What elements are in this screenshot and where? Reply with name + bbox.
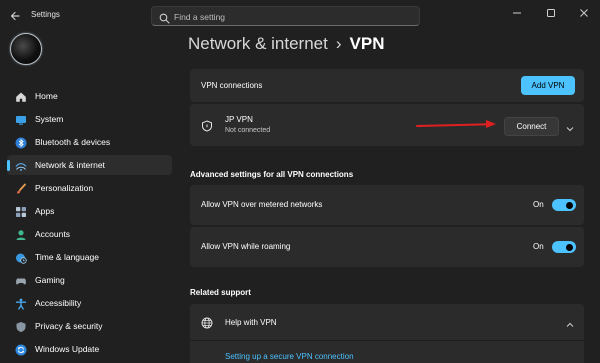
chevron-down-icon[interactable] [565, 121, 575, 132]
maximize-icon[interactable] [545, 6, 557, 18]
page-title: VPN [349, 34, 385, 53]
roaming-setting-card: Allow VPN while roaming On [190, 227, 584, 267]
sidebar-item-label: Apps [35, 206, 55, 216]
search-icon [159, 11, 170, 24]
sidebar-item-label: Windows Update [35, 344, 100, 354]
chevron-up-icon[interactable] [565, 317, 575, 327]
gamepad-icon [15, 274, 27, 286]
app-title: Settings [31, 10, 60, 19]
help-label: Help with VPN [225, 318, 277, 327]
sidebar-item-system[interactable]: System [7, 109, 172, 129]
toggle-knob [566, 243, 573, 251]
sidebar-item-home[interactable]: Home [7, 86, 172, 106]
apps-icon [15, 205, 27, 217]
brush-icon [15, 182, 27, 194]
sidebar-item-label: Privacy & security [35, 321, 103, 331]
sidebar-item-label: Accessibility [35, 298, 82, 308]
sidebar-item-label: Personalization [35, 183, 94, 193]
help-header[interactable]: Help with VPN [190, 304, 584, 340]
avatar[interactable] [10, 33, 42, 65]
metered-toggle[interactable] [552, 199, 576, 211]
sidebar-item-label: Accounts [35, 229, 70, 239]
minimize-icon[interactable] [511, 6, 523, 18]
vpn-connections-card: VPN connections Add VPN [190, 69, 584, 102]
vpn-help-link[interactable]: Setting up a secure VPN connection [225, 352, 354, 361]
metered-label: Allow VPN over metered networks [201, 200, 323, 209]
update-icon [15, 343, 27, 356]
search-input[interactable] [174, 9, 414, 24]
network-icon [15, 159, 27, 171]
globe-clock-icon [15, 251, 27, 264]
globe-icon [201, 316, 213, 329]
sidebar-item-windows-update[interactable]: Windows Update [7, 339, 172, 359]
related-support-title: Related support [190, 288, 251, 297]
sidebar-item-network[interactable]: Network & internet [7, 155, 172, 175]
title-bar: Settings [0, 0, 600, 32]
bluetooth-icon [15, 136, 27, 149]
sidebar-item-gaming[interactable]: Gaming [7, 270, 172, 290]
home-icon [15, 90, 27, 102]
metered-setting-card: Allow VPN over metered networks On [190, 185, 584, 225]
vpn-name: JP VPN [225, 115, 253, 124]
vpn-connections-label: VPN connections [201, 81, 263, 90]
selection-indicator [7, 160, 10, 171]
sidebar-item-apps[interactable]: Apps [7, 201, 172, 221]
roaming-toggle[interactable] [552, 241, 576, 253]
sidebar-item-label: Network & internet [35, 160, 105, 170]
vpn-status: Not connected [225, 127, 271, 134]
sidebar-item-accessibility[interactable]: Accessibility [7, 293, 172, 313]
sidebar-item-bluetooth[interactable]: Bluetooth & devices [7, 132, 172, 152]
back-arrow-icon[interactable] [9, 9, 21, 21]
sidebar-item-personalization[interactable]: Personalization [7, 178, 172, 198]
sidebar-item-label: Gaming [35, 275, 65, 285]
vpn-item-card[interactable]: JP VPN Not connected Connect [190, 104, 584, 146]
sidebar-item-label: System [35, 114, 64, 124]
annotation-arrow [416, 120, 496, 128]
person-icon [15, 228, 27, 240]
toggle-knob [566, 201, 573, 209]
add-vpn-button[interactable]: Add VPN [521, 76, 575, 95]
connect-button[interactable]: Connect [504, 117, 559, 136]
monitor-icon [15, 113, 27, 125]
shield-icon [15, 320, 27, 332]
sidebar-item-time-language[interactable]: Time & language [7, 247, 172, 267]
sidebar-item-privacy-security[interactable]: Privacy & security [7, 316, 172, 336]
advanced-settings-title: Advanced settings for all VPN connection… [190, 170, 354, 179]
close-icon[interactable] [578, 6, 590, 18]
breadcrumb-separator: › [335, 34, 342, 53]
sidebar-item-label: Bluetooth & devices [35, 137, 111, 147]
metered-state-label: On [533, 200, 544, 209]
breadcrumb-parent[interactable]: Network & internet [188, 34, 328, 53]
breadcrumb: Network & internet › VPN [188, 34, 384, 54]
vpn-shield-icon [201, 119, 213, 132]
sidebar-item-accounts[interactable]: Accounts [7, 224, 172, 244]
sidebar-item-label: Time & language [35, 252, 99, 262]
roaming-state-label: On [533, 242, 544, 251]
divider [190, 340, 584, 341]
sidebar-item-label: Home [35, 91, 58, 101]
roaming-label: Allow VPN while roaming [201, 242, 291, 251]
accessibility-icon [15, 297, 27, 310]
search-box[interactable] [151, 6, 420, 26]
help-card: Help with VPN Setting up a secure VPN co… [190, 304, 584, 363]
